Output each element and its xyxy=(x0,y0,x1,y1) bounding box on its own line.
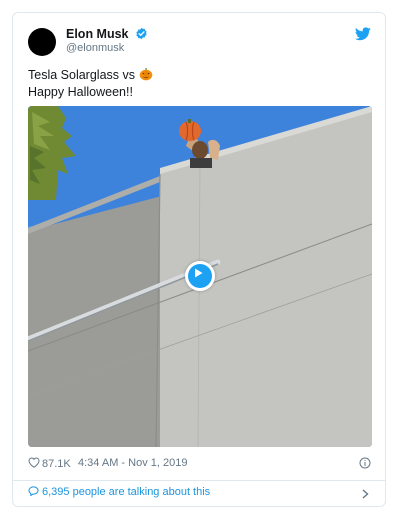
user-name-link[interactable]: Elon Musk xyxy=(66,27,148,41)
talking-about-text: 6,395 people are talking about this xyxy=(42,486,211,498)
tweet-card: Elon Musk @elonmusk Tesla Solarglass vs … xyxy=(12,12,386,507)
user-handle[interactable]: @elonmusk xyxy=(66,42,124,54)
chevron-right-icon xyxy=(362,489,369,499)
jack-o-lantern-icon xyxy=(140,68,153,81)
verified-badge-icon xyxy=(136,27,147,40)
reply-bubble-icon xyxy=(28,486,39,496)
play-icon xyxy=(195,268,203,278)
like-count: 87.1K xyxy=(42,458,71,470)
divider xyxy=(13,480,385,481)
tweet-header: Elon Musk @elonmusk xyxy=(28,27,371,57)
avatar[interactable] xyxy=(28,28,56,56)
like-button[interactable]: 87.1K xyxy=(28,457,71,473)
talking-about-link[interactable]: 6,395 people are talking about this xyxy=(28,486,371,504)
twitter-bird-icon[interactable] xyxy=(355,27,371,41)
user-name: Elon Musk xyxy=(66,27,129,41)
tweet-text-line-2: Happy Halloween!! xyxy=(28,85,133,99)
tweet-text-line-1: Tesla Solarglass vs xyxy=(28,67,371,84)
tweet-text: Tesla Solarglass vs Happy Halloween!! xyxy=(28,67,371,101)
heart-icon xyxy=(28,457,40,468)
video-player[interactable] xyxy=(28,106,372,447)
timestamp-link[interactable]: 4:34 AM - Nov 1, 2019 xyxy=(78,457,187,469)
tweet-meta: 87.1K 4:34 AM - Nov 1, 2019 xyxy=(28,457,371,473)
tweet-text-line-1-text: Tesla Solarglass vs xyxy=(28,68,135,82)
info-icon[interactable] xyxy=(359,457,371,469)
play-button[interactable] xyxy=(185,261,215,291)
